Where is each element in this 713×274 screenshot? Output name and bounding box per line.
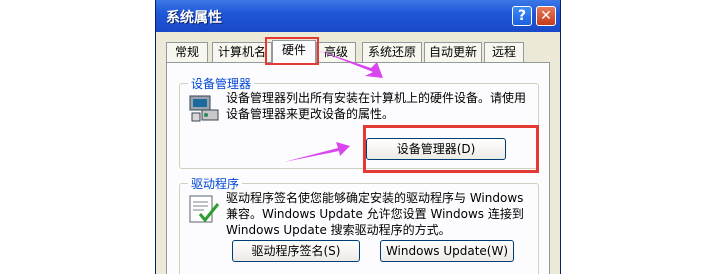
tab-remote[interactable]: 远程 <box>484 42 524 62</box>
arrow-to-hardware-tab-icon <box>317 50 383 78</box>
device-manager-icon <box>189 95 219 122</box>
driver-signing-button[interactable]: 驱动程序签名(S) <box>232 240 360 262</box>
close-button[interactable]: ✕ <box>536 6 556 26</box>
window-title: 系统属性 <box>166 10 222 26</box>
device-manager-button-highlight <box>363 125 539 173</box>
device-manager-description: 设备管理器列出所有安装在计算机上的硬件设备。请使用设备管理器来更改设备的属性。 <box>226 91 527 121</box>
tab-automatic-updates[interactable]: 自动更新 <box>424 42 482 62</box>
drivers-group: 驱动程序 驱动程序签名使您能够确定安装的驱动程序与 Windows 兼容。Win… <box>179 175 539 274</box>
title-bar[interactable]: 系统属性 ? ✕ <box>156 0 560 32</box>
windows-update-button[interactable]: Windows Update(W) <box>380 240 514 262</box>
hardware-tab-highlight <box>265 37 319 65</box>
help-button[interactable]: ? <box>512 6 532 26</box>
drivers-description: 驱动程序签名使您能够确定安装的驱动程序与 Windows 兼容。Windows … <box>226 191 524 237</box>
tab-general[interactable]: 常规 <box>166 42 208 62</box>
tab-computer-name[interactable]: 计算机名 <box>212 42 272 62</box>
driver-signing-icon <box>189 195 220 223</box>
arrow-to-device-manager-button-icon <box>284 142 350 162</box>
